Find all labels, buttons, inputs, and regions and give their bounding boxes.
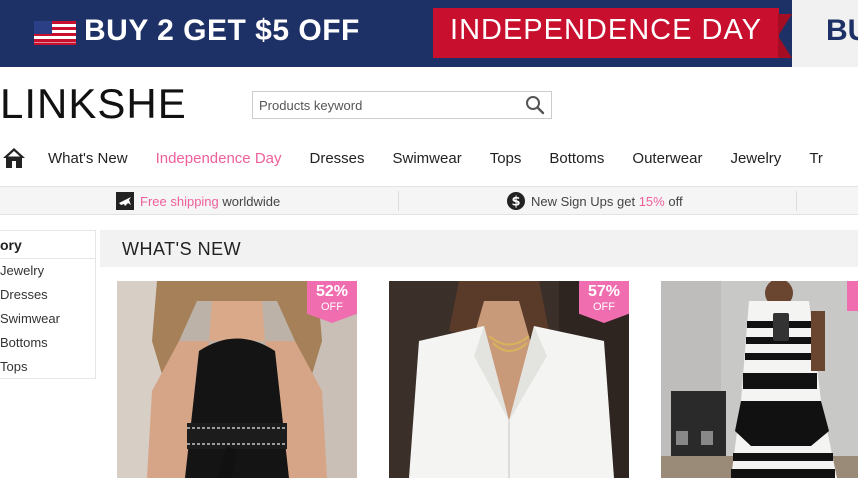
nav-item-tops[interactable]: Tops [490, 150, 522, 167]
section-title: WHAT'S NEW [122, 239, 242, 259]
sidebar-item-tops[interactable]: Tops [0, 355, 95, 379]
discount-percent: 57% [587, 283, 621, 300]
info-divider [796, 191, 797, 211]
section-header: WHAT'S NEW [100, 230, 858, 267]
nav-item-swimwear[interactable]: Swimwear [393, 150, 462, 167]
sidebar-item-jewelry[interactable]: Jewelry [0, 259, 95, 283]
ribbon-text: INDEPENDENCE DAY [450, 14, 762, 46]
svg-text:$: $ [511, 195, 520, 210]
signup-notice[interactable]: $ New Sign Ups get 15% off [507, 192, 683, 210]
us-flag-icon [34, 21, 76, 45]
sidebar-heading: ory [0, 231, 95, 259]
signup-suffix: off [668, 193, 683, 209]
info-divider [398, 191, 399, 211]
promo-banner[interactable]: BUY 2 GET $5 OFF INDEPENDENCE DAY BU [0, 0, 858, 67]
sidebar-item-dresses[interactable]: Dresses [0, 283, 95, 307]
discount-percent: 52% [315, 283, 349, 300]
nav-item-dresses[interactable]: Dresses [310, 150, 365, 167]
free-shipping-notice[interactable]: Free shipping worldwide [116, 192, 280, 210]
search-icon[interactable] [525, 95, 545, 115]
signup-pct: 15% [638, 193, 665, 209]
sidebar-item-swimwear[interactable]: Swimwear [0, 307, 95, 331]
promo-left-text: BUY 2 GET $5 OFF [84, 14, 360, 47]
shipping-highlight: Free shipping [140, 193, 219, 209]
shipping-rest: worldwide [222, 193, 281, 209]
dollar-icon: $ [507, 192, 525, 210]
discount-off-label: OFF [321, 301, 343, 313]
nav-item-whats-new[interactable]: What's New [48, 150, 128, 167]
product-card[interactable]: 52% OFF [117, 281, 357, 478]
category-sidebar: ory Jewelry Dresses Swimwear Bottoms Top… [0, 230, 96, 379]
info-bar: Free shipping worldwide $ New Sign Ups g… [0, 186, 858, 215]
nav-item-outerwear[interactable]: Outerwear [632, 150, 702, 167]
independence-day-ribbon: INDEPENDENCE DAY [433, 8, 779, 58]
discount-off-label: OFF [593, 301, 615, 313]
ribbon-tail [778, 14, 792, 58]
site-logo[interactable]: LINKSHE [0, 80, 187, 128]
search-box [252, 91, 552, 119]
airplane-icon [116, 192, 134, 210]
product-card[interactable] [661, 281, 858, 478]
sidebar-item-bottoms[interactable]: Bottoms [0, 331, 95, 355]
home-icon[interactable] [2, 146, 26, 170]
nav-item-trends[interactable]: Tr [809, 150, 823, 167]
nav-item-independence-day[interactable]: Independence Day [156, 150, 282, 167]
nav-item-jewelry[interactable]: Jewelry [730, 150, 781, 167]
search-input[interactable] [253, 92, 513, 118]
nav-item-bottoms[interactable]: Bottoms [549, 150, 604, 167]
product-image[interactable] [661, 281, 858, 478]
product-card[interactable]: 57% OFF [389, 281, 629, 478]
signup-prefix: New Sign Ups get [531, 193, 636, 209]
main-nav: What's New Independence Day Dresses Swim… [0, 140, 858, 176]
promo-right-text: BU [826, 14, 858, 47]
